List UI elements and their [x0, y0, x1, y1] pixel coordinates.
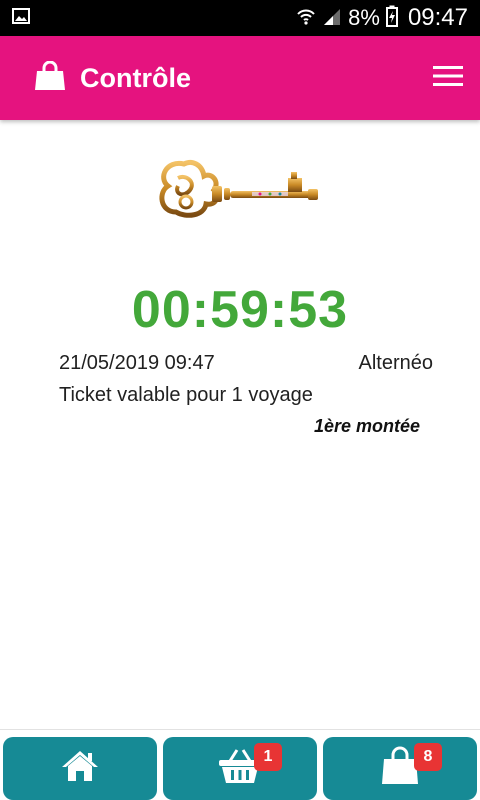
ticket-validity: Ticket valable pour 1 voyage	[59, 384, 313, 406]
ticket-control-panel: 00:59:53 21/05/2019 09:47 Alternéo Ticke…	[0, 120, 480, 730]
purchases-button[interactable]: 8	[323, 737, 477, 800]
purchases-count-badge: 8	[414, 743, 442, 771]
bottom-divider	[0, 729, 480, 730]
countdown-timer: 00:59:53	[131, 281, 349, 339]
battery-percent: 8%	[348, 5, 380, 30]
signal-icon	[322, 6, 342, 31]
app-bar: Contrôle	[0, 36, 480, 120]
home-button[interactable]	[3, 737, 157, 800]
ticket-info-row: 21/05/2019 09:47 Alternéo	[59, 352, 433, 375]
page-title: Contrôle	[80, 62, 191, 93]
cart-count-badge: 1	[254, 743, 282, 771]
basket-button[interactable]: 1	[163, 737, 317, 800]
shopping-bag-icon	[34, 60, 66, 96]
hamburger-menu-icon	[433, 65, 463, 92]
golden-key-logo	[156, 156, 326, 228]
status-time: 09:47	[407, 4, 468, 31]
boarding-status: 1ère montée	[313, 416, 420, 436]
bottom-navigation: 1 8	[0, 735, 480, 800]
network-name: Alternéo	[358, 352, 434, 374]
home-icon	[60, 749, 100, 788]
battery-icon	[385, 5, 398, 32]
image-notification-icon	[12, 7, 30, 29]
ticket-datetime: 21/05/2019 09:47	[59, 352, 215, 374]
hamburger-menu-button[interactable]	[428, 58, 468, 98]
wifi-icon	[296, 6, 316, 31]
status-bar: 8% 09:47	[0, 0, 480, 36]
